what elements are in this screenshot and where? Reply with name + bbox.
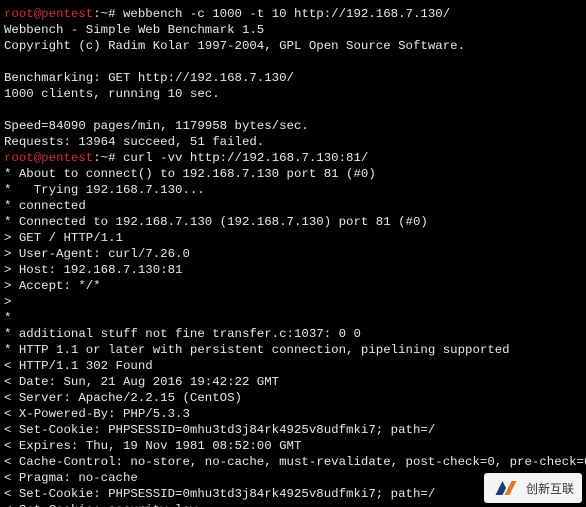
prompt-sep-1: :~#	[93, 7, 123, 21]
output-line: < Pragma: no-cache	[4, 471, 138, 485]
output-line: * additional stuff not fine transfer.c:1…	[4, 327, 361, 341]
output-line: Requests: 13964 succeed, 51 failed.	[4, 135, 264, 149]
output-line: * About to connect() to 192.168.7.130 po…	[4, 167, 376, 181]
output-line: > User-Agent: curl/7.26.0	[4, 247, 190, 261]
prompt-1: root@pentest	[4, 7, 93, 21]
command-1: webbench -c 1000 -t 10 http://192.168.7.…	[123, 7, 450, 21]
output-line: * Trying 192.168.7.130...	[4, 183, 205, 197]
prompt-sep-2: :~#	[93, 151, 123, 165]
command-2: curl -vv http://192.168.7.130:81/	[123, 151, 368, 165]
output-line: Webbench - Simple Web Benchmark 1.5	[4, 23, 264, 37]
output-line: Benchmarking: GET http://192.168.7.130/	[4, 71, 294, 85]
output-line: Speed=84090 pages/min, 1179958 bytes/sec…	[4, 119, 309, 133]
output-line: < Set-Cookie: security=low	[4, 503, 197, 507]
output-line: *	[4, 311, 11, 325]
watermark-badge: 创新互联	[484, 473, 582, 503]
output-line: > Host: 192.168.7.130:81	[4, 263, 182, 277]
output-line: * connected	[4, 199, 86, 213]
output-line: > GET / HTTP/1.1	[4, 231, 123, 245]
output-line: < Expires: Thu, 19 Nov 1981 08:52:00 GMT	[4, 439, 301, 453]
prompt-2: root@pentest	[4, 151, 93, 165]
output-line: >	[4, 295, 11, 309]
watermark-text: 创新互联	[526, 480, 574, 497]
output-line: < Date: Sun, 21 Aug 2016 19:42:22 GMT	[4, 375, 279, 389]
output-line: < X-Powered-By: PHP/5.3.3	[4, 407, 190, 421]
output-line: * Connected to 192.168.7.130 (192.168.7.…	[4, 215, 428, 229]
output-line: * HTTP 1.1 or later with persistent conn…	[4, 343, 510, 357]
output-line: < HTTP/1.1 302 Found	[4, 359, 153, 373]
output-line: 1000 clients, running 10 sec.	[4, 87, 220, 101]
terminal-output[interactable]: root@pentest:~# webbench -c 1000 -t 10 h…	[0, 0, 582, 501]
output-line: < Set-Cookie: PHPSESSID=0mhu3td3j84rk492…	[4, 423, 435, 437]
output-line: < Set-Cookie: PHPSESSID=0mhu3td3j84rk492…	[4, 487, 435, 501]
output-line: > Accept: */*	[4, 279, 101, 293]
output-line: Copyright (c) Radim Kolar 1997-2004, GPL…	[4, 39, 465, 53]
output-line: < Cache-Control: no-store, no-cache, mus…	[4, 455, 586, 469]
output-line: < Server: Apache/2.2.15 (CentOS)	[4, 391, 242, 405]
cx-logo-icon	[492, 477, 520, 499]
